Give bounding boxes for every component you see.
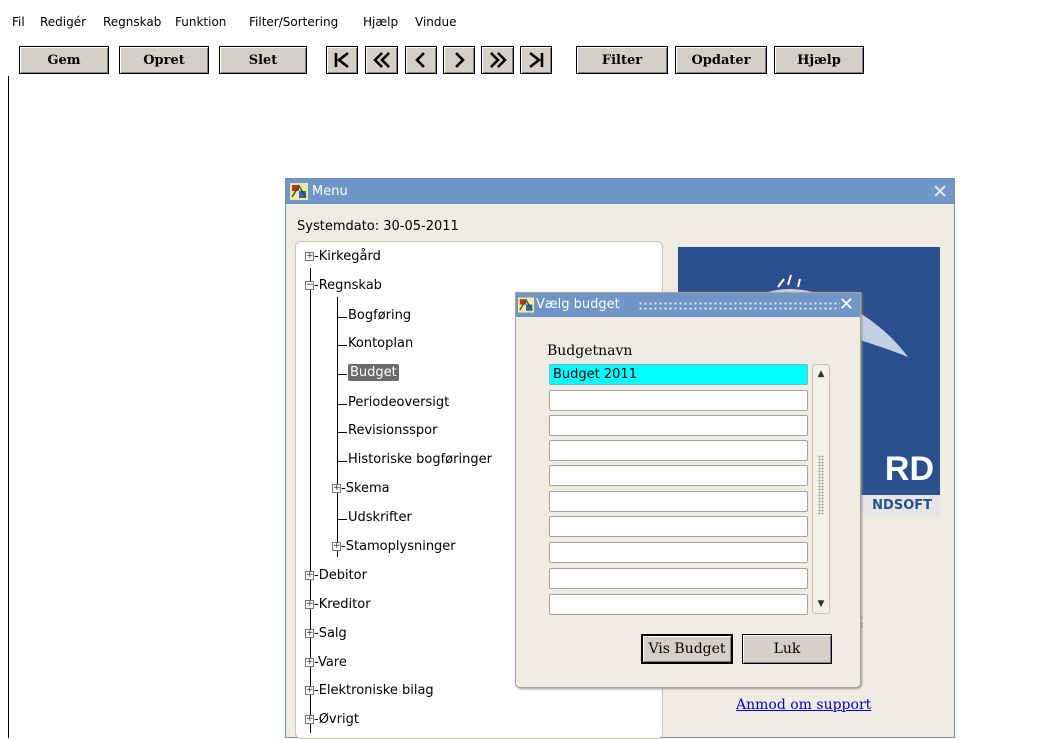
tree-line [337, 374, 347, 375]
tree-line [337, 297, 338, 557]
chevron-right-icon [455, 52, 465, 68]
dialog-title: Vælg budget [536, 297, 620, 312]
menu-file[interactable]: Fil [12, 15, 25, 29]
menu-window-titlebar[interactable]: Menu ✕ [286, 179, 954, 204]
create-button[interactable]: Opret [119, 46, 209, 74]
tree-line [337, 404, 347, 405]
tree-item-historiske-bogforinger[interactable]: Historiske bogføringer [348, 452, 492, 467]
menu-function[interactable]: Funktion [175, 15, 226, 29]
expand-icon: + [305, 714, 314, 724]
expand-icon: + [332, 541, 341, 551]
menu-edit[interactable]: Redigér [40, 15, 86, 29]
tree-item-elektroniske-bilag[interactable]: +-Elektroniske bilag [305, 683, 434, 698]
budget-row[interactable] [549, 594, 808, 615]
scroll-up-icon[interactable]: ▲ [814, 366, 828, 382]
expand-icon: + [305, 251, 314, 261]
last-record-button[interactable] [520, 46, 552, 74]
budget-row[interactable] [549, 516, 808, 537]
close-icon[interactable]: ✕ [932, 181, 948, 203]
menu-bar: Fil Redigér Regnskab Funktion Filter/Sor… [0, 0, 1058, 40]
tree-item-revisionsspor[interactable]: Revisionsspor [348, 423, 437, 438]
app-icon [290, 183, 308, 200]
tree-item-salg[interactable]: +-Salg [305, 626, 347, 641]
expand-icon: + [305, 628, 314, 638]
tree-item-kontoplan[interactable]: Kontoplan [348, 336, 413, 351]
tree-item-debitor[interactable]: +-Debitor [305, 568, 367, 583]
tree-line [337, 432, 347, 433]
tree-item-ovrigt[interactable]: +-Øvrigt [305, 712, 359, 727]
budget-name-label: Budgetnavn [547, 343, 633, 359]
tree-item-bogforing[interactable]: Bogføring [348, 308, 411, 323]
tree-item-budget[interactable]: Budget [348, 364, 399, 381]
help-button[interactable]: Hjælp [774, 46, 864, 74]
tree-item-kirkegard[interactable]: +-Kirkegård [305, 249, 381, 264]
tree-line [337, 461, 347, 462]
filter-button[interactable]: Filter [576, 46, 668, 74]
scroll-grip [818, 455, 824, 515]
tree-item-stamoplysninger[interactable]: +-Stamoplysninger [332, 539, 456, 554]
next-record-button[interactable] [443, 46, 475, 74]
close-dialog-button[interactable]: Luk [742, 634, 832, 664]
menu-accounting[interactable]: Regnskab [103, 15, 161, 29]
expand-icon: + [305, 657, 314, 667]
show-budget-button[interactable]: Vis Budget [641, 634, 733, 664]
tree-item-periodeoversigt[interactable]: Periodeoversigt [348, 395, 449, 410]
tree-line [337, 345, 347, 346]
budget-row[interactable] [549, 440, 808, 461]
expand-icon: + [332, 483, 341, 493]
budget-list-scrollbar[interactable]: ▲ ▼ [812, 364, 830, 614]
logo-text: RD [884, 450, 934, 488]
tree-item-regnskab[interactable]: −-Regnskab [305, 278, 382, 293]
chevron-left-icon [415, 52, 425, 68]
update-button[interactable]: Opdater [675, 46, 767, 74]
first-record-icon [334, 51, 349, 69]
budget-row[interactable] [549, 465, 808, 486]
budget-row[interactable] [549, 568, 808, 589]
save-button[interactable]: Gem [19, 46, 109, 74]
menu-filter-sort[interactable]: Filter/Sortering [249, 15, 338, 29]
last-record-icon [529, 51, 544, 69]
scroll-down-icon[interactable]: ▼ [814, 596, 828, 612]
menu-help[interactable]: Hjælp [363, 15, 398, 29]
menu-window[interactable]: Vindue [415, 15, 457, 29]
budget-row[interactable]: Budget 2011 [549, 364, 808, 385]
budget-row[interactable] [549, 390, 808, 411]
tree-line [337, 519, 347, 520]
budget-row[interactable] [549, 415, 808, 436]
delete-button[interactable]: Slet [219, 46, 307, 74]
expand-icon: + [305, 570, 314, 580]
budget-row[interactable] [549, 542, 808, 563]
select-budget-dialog: Vælg budget ✕ Budgetnavn Budget 2011 ▲ ▼… [515, 292, 861, 688]
system-date: Systemdato: 30-05-2011 [297, 219, 459, 234]
tree-line [337, 317, 347, 318]
next-block-button[interactable] [481, 46, 514, 74]
app-icon [518, 297, 534, 313]
tree-item-skema[interactable]: +-Skema [332, 481, 390, 496]
collapse-icon: − [305, 280, 314, 290]
previous-record-button[interactable] [405, 46, 437, 74]
double-chevron-left-icon [372, 52, 390, 68]
tree-item-udskrifter[interactable]: Udskrifter [348, 510, 412, 525]
menu-window-title: Menu [312, 184, 348, 199]
budget-row[interactable] [549, 491, 808, 512]
left-border [8, 76, 9, 738]
tree-item-vare[interactable]: +-Vare [305, 655, 347, 670]
expand-icon: + [305, 685, 314, 695]
double-chevron-right-icon [489, 52, 507, 68]
previous-block-button[interactable] [365, 46, 398, 74]
expand-icon: + [305, 599, 314, 609]
request-support-link[interactable]: Anmod om support [736, 697, 871, 713]
dialog-titlebar[interactable]: Vælg budget ✕ [516, 293, 860, 317]
titlebar-grip [638, 301, 840, 310]
tree-item-kreditor[interactable]: +-Kreditor [305, 597, 371, 612]
close-icon[interactable]: ✕ [839, 294, 854, 315]
first-record-button[interactable] [326, 46, 358, 74]
